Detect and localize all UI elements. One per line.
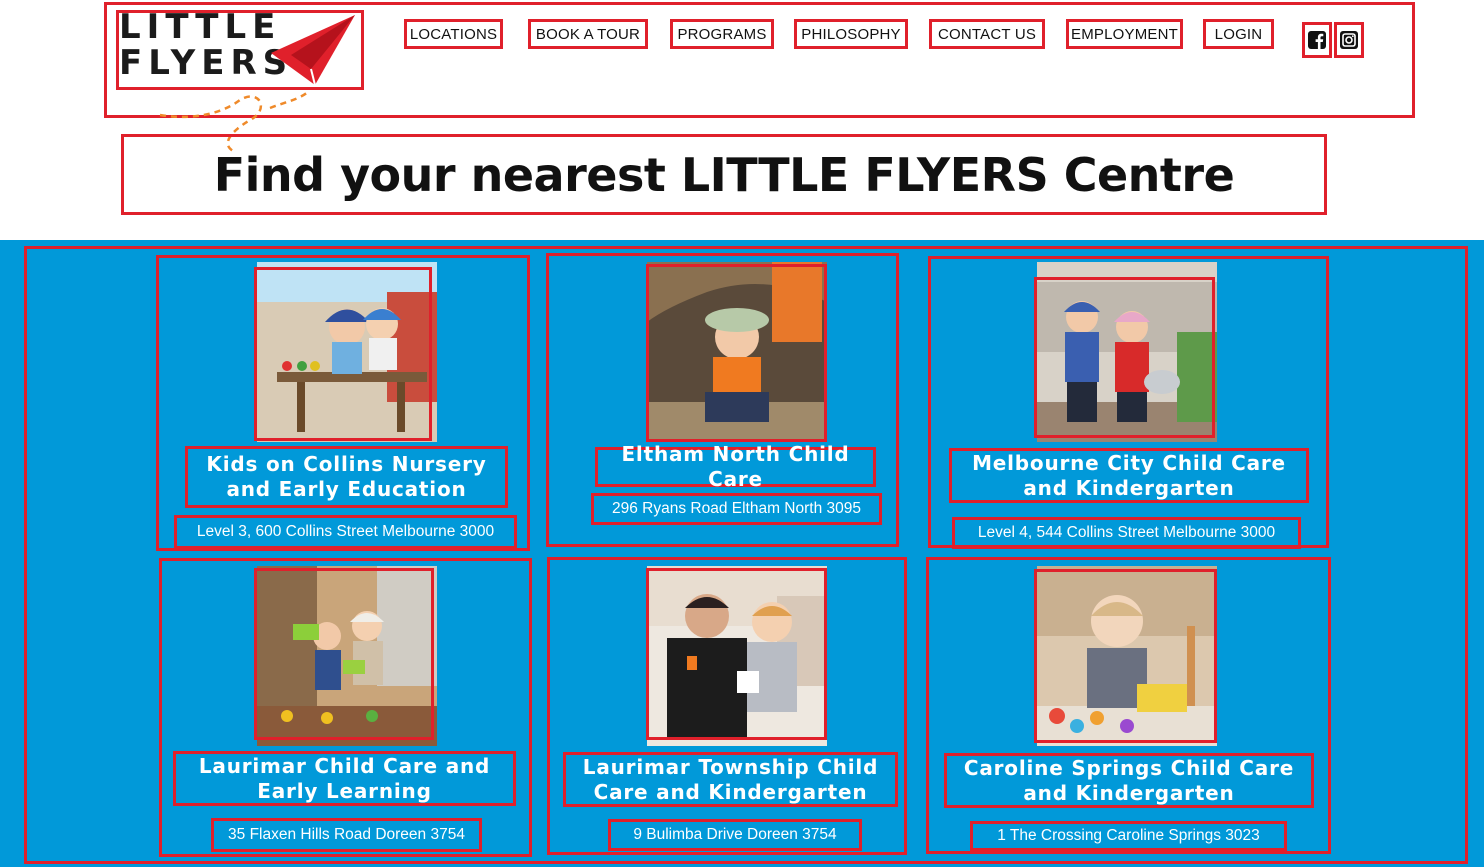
- centre-address: 296 Ryans Road Eltham North 3095: [591, 493, 882, 525]
- nav-book-a-tour[interactable]: BOOK A TOUR: [528, 19, 648, 49]
- nav-employment[interactable]: EMPLOYMENT: [1066, 19, 1183, 49]
- nav-programs[interactable]: PROGRAMS: [670, 19, 774, 49]
- centre-address: 1 The Crossing Caroline Springs 3023: [970, 821, 1287, 851]
- centre-name-link[interactable]: Laurimar Township Child Care and Kinderg…: [563, 752, 898, 807]
- nav-philosophy[interactable]: PHILOSOPHY: [794, 19, 908, 49]
- centre-address: Level 3, 600 Collins Street Melbourne 30…: [174, 515, 517, 549]
- instagram-link[interactable]: [1334, 22, 1364, 58]
- photo-frame: [254, 267, 432, 441]
- centre-name-link[interactable]: Melbourne City Child Care and Kindergart…: [949, 448, 1309, 503]
- logo[interactable]: LITTLE FLYERS: [116, 10, 364, 90]
- nav-locations[interactable]: LOCATIONS: [404, 19, 503, 49]
- paper-plane-icon: [271, 15, 355, 86]
- facebook-icon: [1308, 31, 1326, 49]
- nav-contact-us[interactable]: CONTACT US: [929, 19, 1045, 49]
- centre-name-link[interactable]: Kids on Collins Nursery and Early Educat…: [185, 446, 508, 508]
- nav-login[interactable]: LOGIN: [1203, 19, 1274, 49]
- centre-name-link[interactable]: Caroline Springs Child Care and Kinderga…: [944, 753, 1314, 808]
- centre-name-link[interactable]: Laurimar Child Care and Early Learning: [173, 751, 516, 806]
- centre-address: Level 4, 544 Collins Street Melbourne 30…: [952, 517, 1301, 549]
- page-title: Find your nearest LITTLE FLYERS Centre: [121, 134, 1327, 215]
- photo-frame: [646, 568, 827, 740]
- photo-frame: [646, 264, 827, 442]
- centre-address: 35 Flaxen Hills Road Doreen 3754: [211, 818, 482, 852]
- photo-frame: [254, 568, 434, 740]
- logo-wordmark: LITTLE FLYERS: [119, 7, 294, 83]
- centre-name-link[interactable]: Eltham North Child Care: [595, 442, 876, 491]
- instagram-icon: [1340, 31, 1358, 49]
- photo-frame: [1034, 569, 1217, 743]
- centre-address: 9 Bulimba Drive Doreen 3754: [608, 819, 862, 851]
- photo-frame: [1034, 277, 1215, 438]
- facebook-link[interactable]: [1302, 22, 1332, 58]
